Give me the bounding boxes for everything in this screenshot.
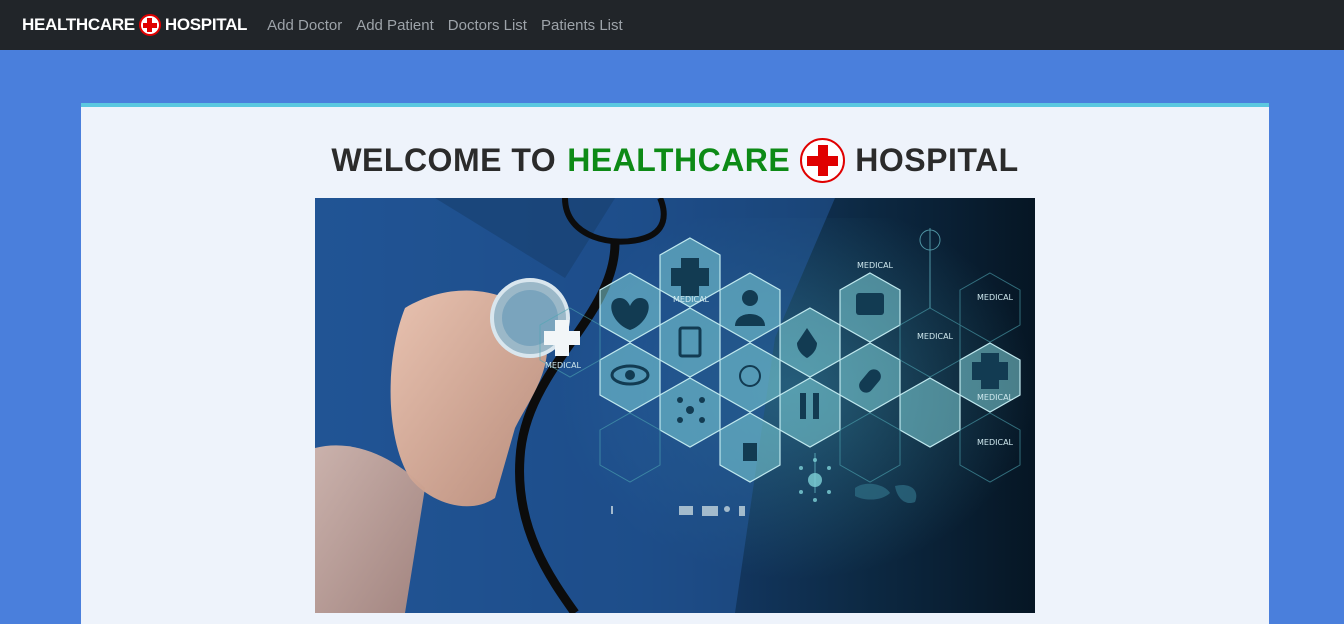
nav-link-add-doctor[interactable]: Add Doctor bbox=[267, 17, 342, 34]
brand-text-right: HOSPITAL bbox=[164, 15, 248, 34]
red-cross-icon bbox=[138, 14, 161, 36]
welcome-suffix: HOSPITAL bbox=[855, 142, 1019, 178]
welcome-heading: WELCOME TO HEALTHCARE HOSPITAL bbox=[81, 138, 1269, 183]
nav-link-patients-list[interactable]: Patients List bbox=[541, 17, 623, 34]
brand-text-left: HEALTHCARE bbox=[22, 15, 135, 34]
welcome-prefix: WELCOME TO bbox=[331, 142, 557, 178]
hero-medical-image: MEDICAL MEDICAL MEDICAL MEDICAL MEDICAL … bbox=[315, 198, 1035, 613]
hex-label-medical: MEDICAL bbox=[917, 332, 954, 341]
hex-label-medical: MEDICAL bbox=[673, 295, 710, 304]
hex-label-medical: MEDICAL bbox=[977, 438, 1014, 447]
welcome-panel: WELCOME TO HEALTHCARE HOSPITAL MEDICAL M… bbox=[81, 103, 1269, 624]
welcome-highlight: HEALTHCARE bbox=[567, 142, 791, 178]
hex-label-medical: MEDICAL bbox=[977, 393, 1014, 402]
top-navbar: HEALTHCARE HOSPITAL Add Doctor Add Patie… bbox=[0, 0, 1344, 50]
nav-link-add-patient[interactable]: Add Patient bbox=[356, 17, 434, 34]
hex-label-medical: MEDICAL bbox=[545, 361, 582, 370]
red-cross-icon bbox=[800, 138, 846, 183]
hex-label-medical: MEDICAL bbox=[977, 293, 1014, 302]
nav-link-doctors-list[interactable]: Doctors List bbox=[448, 17, 527, 34]
brand-logo-link[interactable]: HEALTHCARE HOSPITAL bbox=[22, 14, 247, 36]
hex-label-medical: MEDICAL bbox=[857, 261, 894, 270]
